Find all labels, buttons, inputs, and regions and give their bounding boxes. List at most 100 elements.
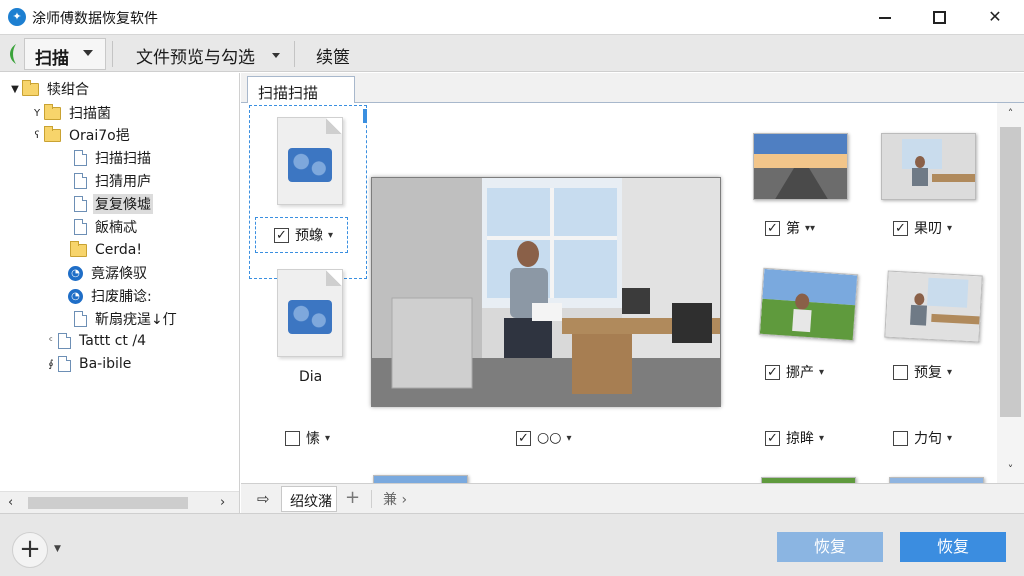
- tree-item[interactable]: ᶜ Tattt ct /4: [44, 330, 148, 352]
- tree-item[interactable]: ◔ 扫废脯谂:: [68, 285, 154, 307]
- continue-menu[interactable]: 续篋: [316, 43, 350, 68]
- add-tab-icon[interactable]: +: [345, 487, 360, 508]
- restore-button-primary[interactable]: 恢复: [900, 532, 1006, 562]
- checkbox[interactable]: [285, 430, 300, 446]
- sidebar-toggle-icon[interactable]: ⇨: [257, 490, 270, 508]
- folder-icon: [44, 103, 61, 120]
- road-photo-image: [754, 134, 847, 199]
- chevron-down-icon[interactable]: ▾▾: [805, 223, 815, 234]
- checkbox[interactable]: [516, 430, 531, 446]
- file-thumbnail[interactable]: [277, 117, 355, 209]
- photo-thumbnail[interactable]: [373, 475, 468, 483]
- checkbox[interactable]: [893, 364, 908, 380]
- photo-thumbnail[interactable]: [881, 133, 976, 200]
- bottom-tab[interactable]: 绍纹潴: [281, 486, 337, 512]
- scrollbar-thumb[interactable]: [28, 497, 188, 509]
- tree-item-selected[interactable]: 复复倏墟: [74, 193, 153, 215]
- checkbox[interactable]: [765, 430, 780, 446]
- chevron-down-icon[interactable]: ▾: [325, 433, 330, 444]
- chevron-down-icon[interactable]: ▾: [328, 230, 333, 241]
- file-check-item[interactable]: 力句 ▾: [893, 427, 952, 449]
- checkbox[interactable]: [765, 364, 780, 380]
- scrollbar-thumb[interactable]: [1000, 127, 1021, 417]
- maximize-button[interactable]: [916, 0, 962, 34]
- tree-item-root[interactable]: ▼ 犊绀合: [8, 78, 91, 100]
- tree-item[interactable]: ʕ Orai7o挹: [30, 124, 132, 146]
- folder-icon: [44, 125, 61, 142]
- checkbox[interactable]: [893, 430, 908, 446]
- file-icon: [74, 150, 87, 166]
- file-check-item[interactable]: 果叨 ▾: [893, 217, 952, 239]
- minimize-icon: [879, 16, 891, 19]
- chevron-down-icon[interactable]: [272, 53, 280, 58]
- chevron-down-icon[interactable]: ▾: [819, 433, 824, 444]
- vertical-scrollbar[interactable]: ˄ ˅: [997, 103, 1024, 483]
- globe-icon: ◔: [68, 265, 83, 281]
- checkbox[interactable]: [274, 227, 289, 243]
- chevron-down-icon[interactable]: ▾: [566, 433, 571, 444]
- add-button[interactable]: +: [12, 532, 48, 568]
- tree-horizontal-scrollbar[interactable]: ‹ ›: [0, 491, 239, 513]
- scroll-right-icon[interactable]: ›: [220, 495, 225, 510]
- file-check-item[interactable]: 预复 ▾: [893, 361, 952, 383]
- scroll-down-icon[interactable]: ˅: [997, 463, 1024, 476]
- globe-icon: ◔: [68, 288, 83, 304]
- photo-thumbnail[interactable]: [884, 270, 983, 343]
- title-bar: ✦ 涂师傅数据恢复软件 ✕: [0, 0, 1024, 34]
- minimize-button[interactable]: [862, 0, 908, 34]
- file-check-item[interactable]: 挪产 ▾: [765, 361, 824, 383]
- scan-button[interactable]: 扫描: [24, 38, 106, 70]
- expand-arrow-icon[interactable]: ∮: [44, 359, 58, 370]
- photo-thumbnail[interactable]: [753, 133, 848, 200]
- close-button[interactable]: ✕: [972, 0, 1018, 34]
- expand-arrow-icon[interactable]: ʕ: [30, 130, 44, 141]
- chevron-down-icon[interactable]: ▾: [947, 223, 952, 234]
- file-check-item[interactable]: 预蟓 ▾: [255, 217, 349, 253]
- scroll-left-icon[interactable]: ‹: [8, 495, 13, 510]
- file-check-item[interactable]: 掠眸 ▾: [765, 427, 824, 449]
- checkbox[interactable]: [893, 220, 908, 236]
- file-name-label: 愫: [306, 431, 320, 447]
- leaf-icon: [10, 44, 16, 64]
- tree-item[interactable]: Cerda!: [70, 239, 144, 261]
- tree-item-label: Orai7o挹: [69, 128, 130, 144]
- tree-item[interactable]: ∮ Ba-ibile: [44, 353, 133, 375]
- photo-preview[interactable]: [371, 177, 721, 407]
- file-check-item[interactable]: ○○ ▾: [516, 427, 571, 449]
- restore-button-secondary[interactable]: 恢复: [777, 532, 883, 562]
- file-check-item[interactable]: 愫 ▾: [285, 427, 330, 449]
- chevron-down-icon[interactable]: ▾: [947, 367, 952, 378]
- tree-item-label: 飯楠忒: [95, 220, 137, 236]
- expand-arrow-icon[interactable]: ᶜ: [44, 336, 58, 347]
- checkbox[interactable]: [765, 220, 780, 236]
- photo-thumbnail[interactable]: [758, 267, 859, 342]
- tree-item[interactable]: 靳扇疣逞↓仃: [74, 308, 179, 330]
- document-icon: [277, 117, 343, 205]
- chevron-down-icon[interactable]: ▾: [947, 433, 952, 444]
- tree-item-label: 扫猜用庐: [95, 174, 151, 190]
- tab-scan-results[interactable]: 扫描扫描: [247, 76, 355, 104]
- file-thumbnail[interactable]: [277, 269, 355, 361]
- tree-item[interactable]: 扫描扫描: [74, 147, 153, 169]
- tree-item-label: 犊绀合: [47, 82, 89, 98]
- tree-item[interactable]: Y 扫描菌: [30, 102, 113, 124]
- plus-icon: +: [19, 534, 41, 564]
- chevron-down-icon[interactable]: ▾: [819, 367, 824, 378]
- tree-item-label: 复复倏墟: [93, 194, 153, 214]
- file-icon: [58, 333, 71, 349]
- document-icon: [277, 269, 343, 357]
- tree-item[interactable]: 飯楠忒: [74, 216, 139, 238]
- tree-item[interactable]: ◔ 竟潺倏驭: [68, 262, 149, 284]
- preview-select-menu[interactable]: 文件预览与勾选: [136, 43, 255, 68]
- chevron-down-icon[interactable]: [83, 50, 93, 56]
- chevron-down-icon[interactable]: ▼: [54, 544, 61, 554]
- bottom-tab-label: 绍纹潴: [290, 494, 332, 510]
- expand-arrow-icon[interactable]: Y: [30, 108, 44, 119]
- tree-item-label: 竟潺倏驭: [91, 266, 147, 282]
- tree-item[interactable]: 扫猜用庐: [74, 170, 153, 192]
- scroll-up-icon[interactable]: ˄: [997, 107, 1024, 120]
- file-check-item[interactable]: 第 ▾▾: [765, 217, 815, 239]
- tree-item-label: 扫描扫描: [95, 151, 151, 167]
- expand-arrow-icon[interactable]: ▼: [8, 84, 22, 95]
- more-tabs-button[interactable]: 兼 ›: [383, 489, 407, 509]
